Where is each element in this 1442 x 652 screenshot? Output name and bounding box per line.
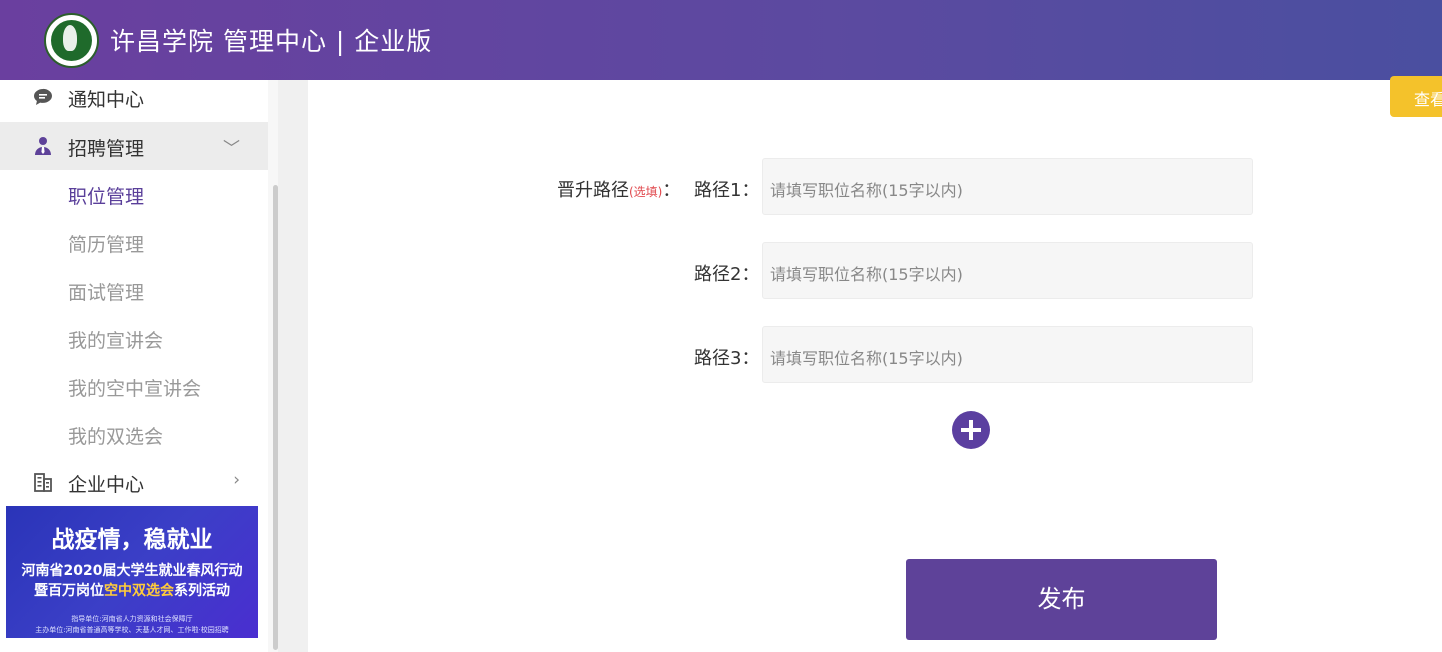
sidebar-item-notifications[interactable]: 通知中心 <box>0 73 268 121</box>
sidebar-subitem-resumes[interactable]: 简历管理 <box>68 230 144 257</box>
sidebar-item-label: 通知中心 <box>68 89 145 111</box>
path-3-input[interactable]: 请填写职位名称(15字以内) <box>762 326 1253 383</box>
sidebar-item-company[interactable]: 企业中心 › <box>0 458 268 506</box>
sidebar-subitem-talks[interactable]: 我的宣讲会 <box>68 326 163 353</box>
building-icon <box>34 473 52 492</box>
sidebar-item-recruitment[interactable]: 招聘管理 ﹀ <box>0 122 268 170</box>
path-1-label: 路径1： <box>694 180 760 201</box>
banner-subline: 河南省2020届大学生就业春风行动 <box>21 563 243 579</box>
sidebar-subitem-job-fairs[interactable]: 我的双选会 <box>68 422 163 449</box>
publish-button[interactable]: 发布 <box>906 559 1217 640</box>
sidebar-item-label: 招聘管理 <box>68 138 145 160</box>
optional-hint: (选填) <box>629 185 663 199</box>
banner-subline-2: 暨百万岗位空中双选会系列活动 <box>34 583 230 599</box>
path-1-input[interactable]: 请填写职位名称(15字以内) <box>762 158 1253 215</box>
promotion-path-label: 晋升路径(选填)： <box>557 180 681 201</box>
chevron-right-icon: › <box>233 470 240 490</box>
path-2-input[interactable]: 请填写职位名称(15字以内) <box>762 242 1253 299</box>
sidebar-subitem-interviews[interactable]: 面试管理 <box>68 278 144 305</box>
view-button[interactable]: 查看 <box>1390 76 1442 117</box>
chevron-down-icon: ﹀ <box>223 139 240 159</box>
chat-bubble-icon <box>34 88 52 105</box>
path-3-label: 路径3： <box>694 348 760 369</box>
sidebar-subitem-online-talks[interactable]: 我的空中宣讲会 <box>68 374 201 401</box>
path-2-label: 路径2： <box>694 264 760 285</box>
add-path-button[interactable] <box>952 411 990 449</box>
banner-headline: 战疫情，稳就业 <box>51 527 213 553</box>
banner-host-unit: 主办单位:河南省普通高等学校、天基人才网、工作啦·校园招聘 <box>35 626 229 634</box>
banner-guide-unit: 指导单位:河南省人力资源和社会保障厅 <box>71 615 193 623</box>
sidebar-scrollbar-thumb[interactable] <box>273 185 278 650</box>
sidebar-item-label: 企业中心 <box>68 474 145 496</box>
school-logo <box>44 13 99 68</box>
user-tie-icon <box>35 137 51 155</box>
sidebar-subitem-jobs[interactable]: 职位管理 <box>68 182 144 209</box>
promo-banner[interactable]: 战疫情，稳就业 河南省2020届大学生就业春风行动 暨百万岗位空中双选会系列活动… <box>6 506 258 638</box>
top-header: 许昌学院 管理中心 | 企业版 <box>0 0 1442 80</box>
app-title: 许昌学院 管理中心 | 企业版 <box>110 27 433 56</box>
